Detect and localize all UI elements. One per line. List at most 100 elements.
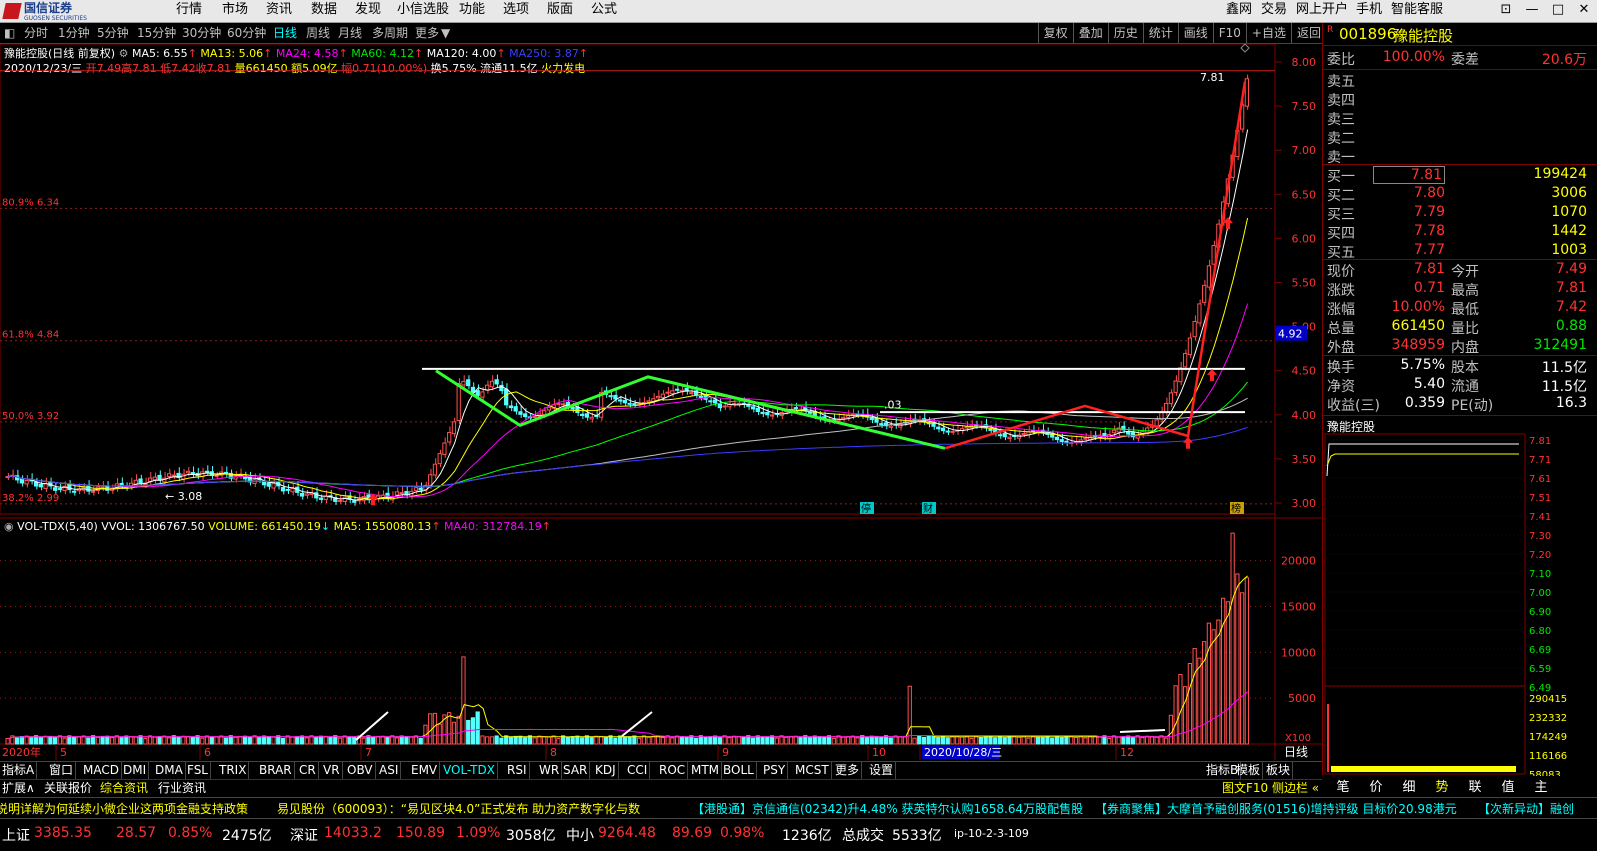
indicator-tab-2[interactable]: MACD (81, 762, 122, 779)
indicator-tab-1[interactable]: 窗口 (47, 762, 77, 779)
news-item[interactable]: 【次新异动】融创 (1478, 800, 1574, 817)
menu-stock-picker[interactable]: 小信选股 (397, 0, 449, 22)
indicator-tab-13[interactable]: VOL-TDX (441, 762, 498, 779)
stat-row[interactable]: 涨幅 10.00% 最低 7.42 (1327, 299, 1595, 318)
indicator-tab-12[interactable]: EMV (409, 762, 441, 779)
sme-index-label[interactable]: 中小 (566, 825, 594, 845)
close-icon[interactable]: ✕ (1571, 0, 1597, 22)
indicator-tab-11[interactable]: ASI (377, 762, 402, 779)
period-tab-5min[interactable]: 5分钟 (97, 23, 129, 43)
indicator-tab-7[interactable]: BRAR (257, 762, 295, 779)
f10-sidebar-toggle[interactable]: 图文F10 侧边栏 « (1222, 780, 1319, 796)
menu-xinwang[interactable]: 鑫网 (1226, 0, 1252, 22)
indicator-tab-25[interactable]: 设置 (867, 762, 897, 779)
menu-market-quote[interactable]: 行情 (176, 0, 202, 22)
menu-support[interactable]: 智能客服 (1391, 0, 1443, 22)
quote-tab-1[interactable]: 价 (1359, 779, 1393, 796)
period-tab-more[interactable]: 更多 (415, 23, 439, 43)
indicator-tab-22[interactable]: PSY (761, 762, 789, 779)
quote-tab-3[interactable]: 势 (1425, 779, 1459, 796)
menu-discover[interactable]: 发现 (355, 0, 381, 22)
stat-row[interactable]: 涨跌 0.71 最高 7.81 (1327, 280, 1595, 299)
period-tab-daily[interactable]: 日线 (273, 23, 297, 43)
stat-row[interactable]: 总量 661450 量比 0.88 (1327, 318, 1595, 337)
maximize-icon[interactable]: □ (1545, 0, 1571, 22)
period-tab-15min[interactable]: 15分钟 (137, 23, 176, 43)
tool-stats-button[interactable]: 统计 (1142, 23, 1178, 43)
quote-tab-5[interactable]: 值 (1491, 779, 1525, 796)
indicator-tab-14[interactable]: RSI (505, 762, 530, 779)
menu-functions[interactable]: 功能 (459, 0, 485, 22)
indicator-tab-9[interactable]: VR (321, 762, 343, 779)
tool-f10-button[interactable]: F10 (1212, 23, 1246, 43)
ask-level-5[interactable]: 卖五 (1327, 71, 1595, 90)
menu-options[interactable]: 选项 (503, 0, 529, 22)
tool-watchlist-button[interactable]: +自选 (1245, 23, 1291, 43)
indicator-tab-23[interactable]: MCST (793, 762, 832, 779)
news-item[interactable]: 【券商聚焦】大摩首予融创服务(01516)增持评级 目标价20.98港元 (1095, 800, 1457, 817)
indicator-tab-5[interactable]: FSL (185, 762, 211, 779)
fund-row[interactable]: 换手 5.75% 股本 11.5亿 (1327, 357, 1595, 376)
indicator-tab-18[interactable]: CCI (625, 762, 651, 779)
indicator-tab-4[interactable]: DMA (153, 762, 186, 779)
ask-level-3[interactable]: 卖三 (1327, 109, 1595, 128)
indicator-tab-10[interactable]: OBV (345, 762, 376, 779)
ask-level-2[interactable]: 卖二 (1327, 128, 1595, 147)
indicator-tab-16[interactable]: SAR (561, 762, 591, 779)
quote-tab-0[interactable]: 笔 (1326, 779, 1360, 796)
menu-open-account[interactable]: 网上开户 (1296, 0, 1348, 22)
news-item[interactable]: 【港股通】京信通信(02342)升4.48% 获英特尔认购1658.64万股配售… (692, 800, 1083, 817)
indicator-tab-19[interactable]: ROC (657, 762, 689, 779)
quote-tab-2[interactable]: 细 (1392, 779, 1426, 796)
restore-icon[interactable]: ⊡ (1493, 0, 1519, 22)
menu-layout[interactable]: 版面 (547, 0, 573, 22)
menu-formula[interactable]: 公式 (591, 0, 617, 22)
mini-timeshare[interactable]: 豫能控股 7.81 7.71 7.61 7.51 7.41 7.30 7.20 7.10 7.0… (1323, 415, 1597, 776)
quote-tab-6[interactable]: 主 (1524, 779, 1558, 796)
expand-button[interactable]: 扩展∧ (2, 780, 35, 796)
minimize-icon[interactable]: — (1519, 0, 1545, 22)
period-tab-60min[interactable]: 60分钟 (227, 23, 266, 43)
industry-news-tab[interactable]: 行业资讯 (158, 780, 206, 796)
tool-draw-button[interactable]: 画线 (1177, 23, 1213, 43)
indicator-tab-6[interactable]: TRIX (217, 762, 250, 779)
menu-news[interactable]: 资讯 (266, 0, 292, 22)
indicator-tab-0[interactable]: 指标A (0, 762, 38, 779)
bid-level-2[interactable]: 买二 7.80 3006 (1327, 185, 1595, 204)
indicator-tab-3[interactable]: DMI (121, 762, 150, 779)
stat-row[interactable]: 现价 7.81 今开 7.49 (1327, 261, 1595, 280)
sz-index-label[interactable]: 深证 (290, 825, 318, 845)
more-dropdown-icon[interactable]: ▼ (441, 23, 450, 43)
quote-tab-4[interactable]: 联 (1458, 779, 1492, 796)
period-tab-timeshare[interactable]: 分时 (24, 23, 48, 43)
menu-mobile[interactable]: 手机 (1356, 0, 1382, 22)
bottom-right-2[interactable]: 板块 (1264, 762, 1294, 779)
stat-row[interactable]: 外盘 348959 内盘 312491 (1327, 337, 1595, 356)
period-tab-monthly[interactable]: 月线 (338, 23, 362, 43)
menu-data[interactable]: 数据 (311, 0, 337, 22)
menu-market[interactable]: 市场 (222, 0, 248, 22)
sh-index-label[interactable]: 上证 (2, 825, 30, 845)
indicator-tab-8[interactable]: CR (297, 762, 319, 779)
ask-level-4[interactable]: 卖四 (1327, 90, 1595, 109)
fund-row[interactable]: 净资 5.40 流通 11.5亿 (1327, 376, 1595, 395)
indicator-tab-15[interactable]: WR (537, 762, 563, 779)
period-tab-1min[interactable]: 1分钟 (58, 23, 90, 43)
bid-level-3[interactable]: 买三 7.79 1070 (1327, 204, 1595, 223)
news-item[interactable]: 说明详解为何延续小微企业这两项金融支持政策 (0, 800, 248, 817)
kline-chart[interactable]: 8.007.507.006.506.005.505.004.504.003.50… (0, 44, 1322, 760)
tool-history-button[interactable]: 历史 (1107, 23, 1143, 43)
related-quote-tab[interactable]: 关联报价 (44, 780, 92, 796)
tool-overlay-button[interactable]: 叠加 (1072, 23, 1108, 43)
indicator-tab-21[interactable]: BOLL (721, 762, 757, 779)
toggle-panel-icon[interactable]: ◧ (4, 23, 15, 43)
menu-trade[interactable]: 交易 (1261, 0, 1287, 22)
news-tab[interactable]: 综合资讯 (100, 780, 148, 796)
bid-level-1[interactable]: 买一 7.81 199424 (1327, 166, 1595, 185)
indicator-tab-24[interactable]: 更多 (833, 762, 863, 779)
bid-level-4[interactable]: 买四 7.78 1442 (1327, 223, 1595, 242)
fund-row[interactable]: 收益(三) 0.359 PE(动) 16.3 (1327, 395, 1595, 414)
tool-adjust-button[interactable]: 复权 (1037, 23, 1073, 43)
tool-back-button[interactable]: 返回 (1290, 23, 1326, 43)
period-tab-weekly[interactable]: 周线 (306, 23, 330, 43)
